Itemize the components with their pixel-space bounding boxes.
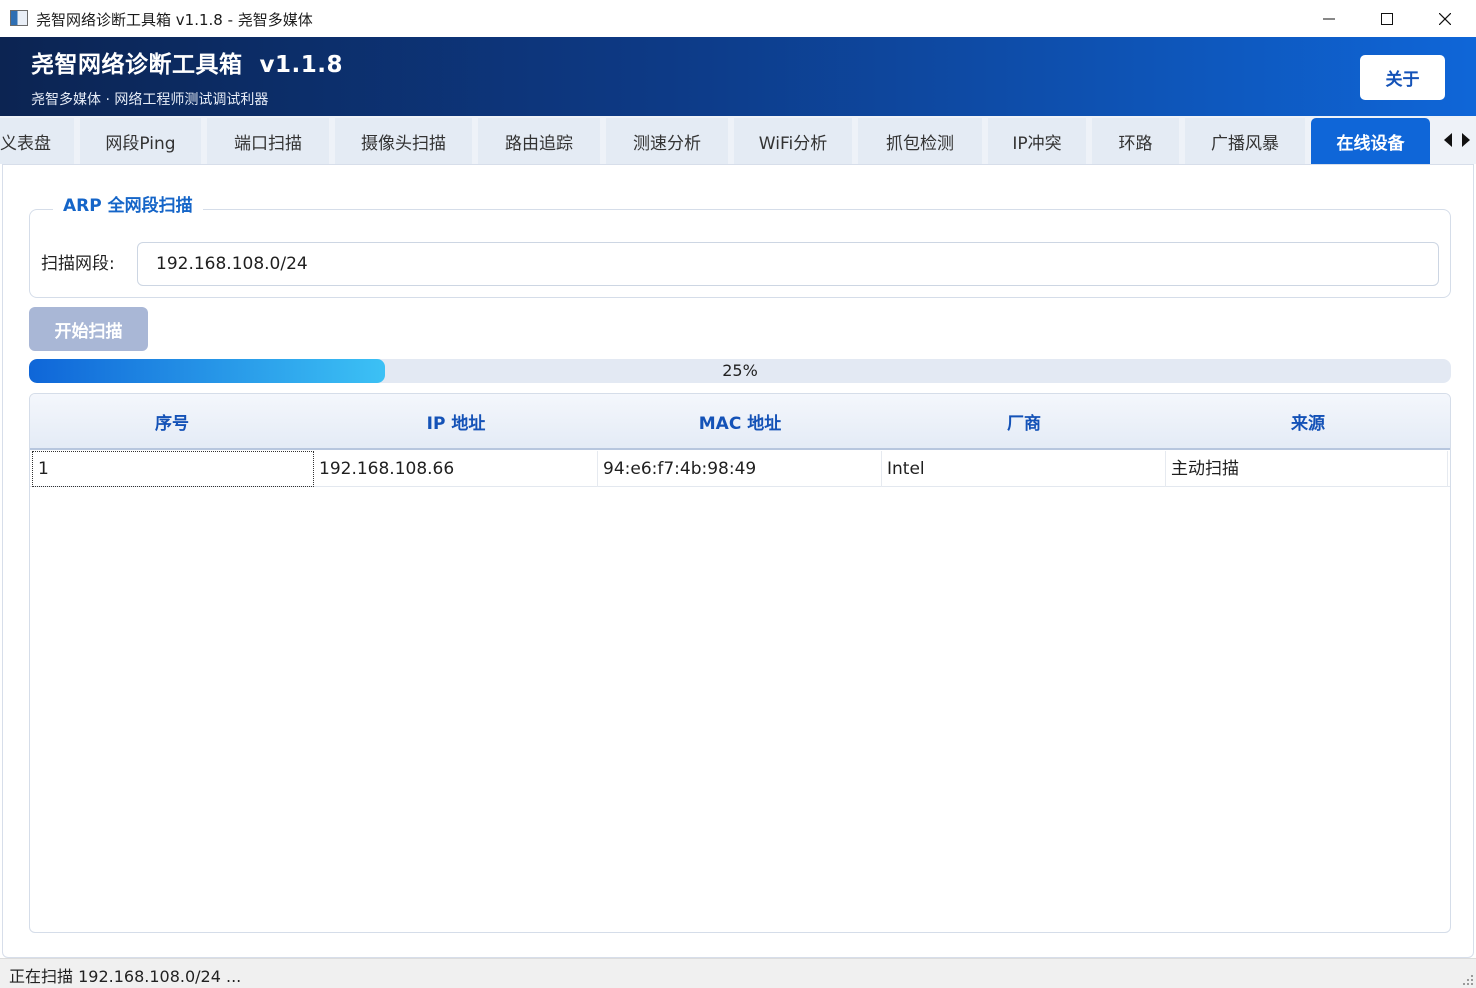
tab-scroll-right-button[interactable] [1458,116,1474,164]
chevron-left-icon [1444,133,1452,147]
status-bar: 正在扫描 192.168.108.0/24 ... [0,958,1476,988]
subnet-label: 扫描网段: [41,254,115,274]
cell-ip[interactable]: 192.168.108.66 [314,451,598,487]
tab-wifi-analysis[interactable]: WiFi分析 [734,118,852,164]
progress-text: 25% [722,361,758,380]
chevron-right-icon [1462,133,1470,147]
app-subtitle: 尧智多媒体 · 网络工程师测试调试利器 [31,92,269,108]
tab-scroll-left-button[interactable] [1440,116,1456,164]
start-scan-button[interactable]: 开始扫描 [29,307,148,351]
table-row[interactable]: 1 192.168.108.66 94:e6:f7:4b:98:49 Intel… [30,451,1450,487]
tab-dashboard[interactable]: 义表盘 [0,118,74,164]
tab-port-scan[interactable]: 端口扫描 [207,118,329,164]
maximize-button[interactable] [1358,0,1416,37]
about-button[interactable]: 关于 [1360,55,1445,100]
online-devices-panel: ARP 全网段扫描 扫描网段: 192.168.108.0/24 开始扫描 25… [2,164,1474,958]
subnet-input[interactable]: 192.168.108.0/24 [137,242,1439,286]
column-header-vendor[interactable]: 厂商 [882,394,1166,448]
cell-source[interactable]: 主动扫描 [1166,451,1448,487]
tab-broadcast-storm[interactable]: 广播风暴 [1185,118,1305,164]
table-header: 序号 IP 地址 MAC 地址 厂商 来源 [30,394,1450,450]
tab-ip-conflict[interactable]: IP冲突 [988,118,1086,164]
device-table[interactable]: 序号 IP 地址 MAC 地址 厂商 来源 1 192.168.108.66 9… [29,393,1451,933]
maximize-icon [1381,12,1393,25]
close-icon [1439,12,1451,25]
app-icon [10,10,28,26]
arp-scan-title: ARP 全网段扫描 [53,191,203,216]
tab-speed-analysis[interactable]: 测速分析 [606,118,728,164]
column-header-index[interactable]: 序号 [30,394,314,448]
column-header-source[interactable]: 来源 [1166,394,1450,448]
cell-mac[interactable]: 94:e6:f7:4b:98:49 [598,451,882,487]
scan-progress-bar: 25% [29,359,1451,383]
minimize-button[interactable] [1300,0,1358,37]
tab-traceroute[interactable]: 路由追踪 [478,118,600,164]
cell-vendor[interactable]: Intel [882,451,1166,487]
column-header-ip[interactable]: IP 地址 [314,394,598,448]
tab-loop[interactable]: 环路 [1092,118,1179,164]
app-title: 尧智网络诊断工具箱 v1.1.8 [31,52,343,78]
cell-index[interactable]: 1 [32,451,314,487]
window-titlebar: 尧智网络诊断工具箱 v1.1.8 - 尧智多媒体 [0,0,1476,37]
window-title: 尧智网络诊断工具箱 v1.1.8 - 尧智多媒体 [36,11,313,29]
tab-packet-capture[interactable]: 抓包检测 [858,118,982,164]
resize-grip-icon[interactable] [1462,974,1474,986]
close-button[interactable] [1416,0,1474,37]
tab-segment-ping[interactable]: 网段Ping [80,118,201,164]
header-banner: 尧智网络诊断工具箱 v1.1.8 尧智多媒体 · 网络工程师测试调试利器 关于 [0,37,1476,116]
minimize-icon [1323,18,1335,19]
status-text: 正在扫描 192.168.108.0/24 ... [9,967,242,986]
tab-online-devices[interactable]: 在线设备 [1311,118,1430,164]
column-header-mac[interactable]: MAC 地址 [598,394,882,448]
tab-bar: 义表盘 网段Ping 端口扫描 摄像头扫描 路由追踪 测速分析 WiFi分析 抓… [0,116,1476,164]
tab-camera-scan[interactable]: 摄像头扫描 [335,118,472,164]
